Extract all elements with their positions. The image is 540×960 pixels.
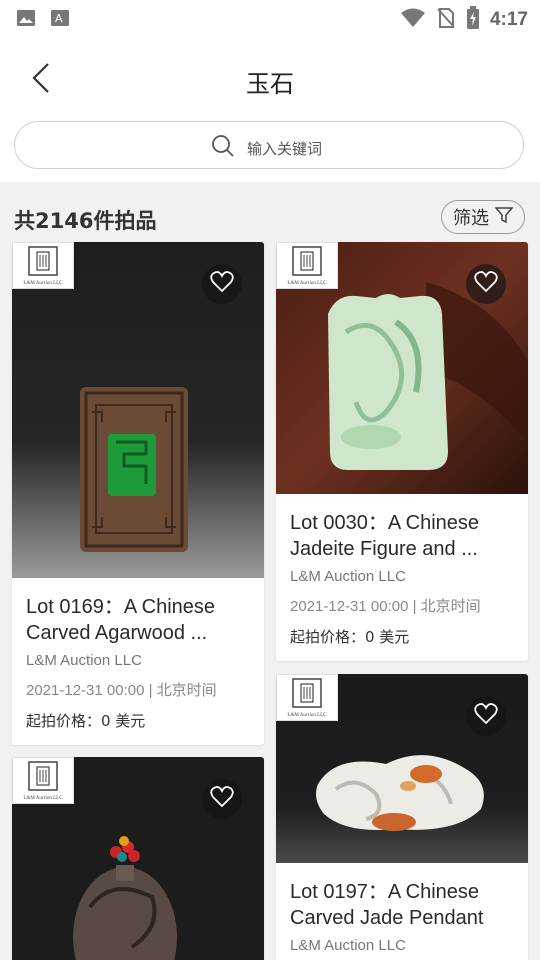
lot-title-line2: Carved Agarwood ... <box>26 622 208 644</box>
favorite-button[interactable] <box>466 264 506 304</box>
lot-info: Lot 0030：A Chinese Jadeite Figure and ..… <box>276 494 528 661</box>
app-header: 玉石 <box>0 36 540 120</box>
no-sim-icon <box>436 7 456 33</box>
lot-info: Lot 0169：A Chinese Carved Agarwood ... L… <box>12 578 264 745</box>
page-title: 玉石 <box>246 70 294 98</box>
auction-date: 2021-12-31 00:00 | 北京时间 <box>26 682 217 699</box>
image-icon <box>16 8 36 32</box>
heart-icon <box>474 271 498 297</box>
battery-icon <box>466 6 480 34</box>
search-icon <box>211 134 235 162</box>
lot-info: Lot 0197：A Chinese Carved Jade Pendant L… <box>276 863 528 960</box>
lot-title-line1: Lot 0030：A Chinese <box>290 512 480 534</box>
auction-house: L&M Auction LLC <box>290 568 406 585</box>
heart-icon <box>474 703 498 729</box>
lot-image-agarwood: L&M Auction LLC <box>12 242 264 578</box>
search-input[interactable]: 输入关键词 <box>14 121 524 169</box>
search-placeholder: 输入关键词 <box>247 139 323 158</box>
filter-label: 筛选 <box>453 208 489 229</box>
auction-logo-text: L&M Auction LLC <box>23 796 63 801</box>
auction-logo-text: L&M Auction LLC <box>23 281 63 286</box>
auction-logo-text: L&M Auction LLC <box>287 713 327 718</box>
favorite-button[interactable] <box>466 696 506 736</box>
font-icon: A <box>50 8 70 32</box>
auction-logo: L&M Auction LLC <box>276 242 338 289</box>
start-price: 起拍价格：0 美元 <box>26 712 146 730</box>
lot-card[interactable]: L&M Auction LLC Lot 0030：A Chinese Jadei… <box>276 242 528 661</box>
filter-icon <box>494 206 514 229</box>
lot-title-line1: Lot 0197：A Chinese <box>290 881 480 903</box>
lot-image-snuff-bottle: L&M Auction LLC <box>12 757 264 960</box>
auction-logo: L&M Auction LLC <box>12 242 74 289</box>
favorite-button[interactable] <box>202 779 242 819</box>
auction-date: 2021-12-31 00:00 | 北京时间 <box>290 598 481 615</box>
auction-house: L&M Auction LLC <box>26 652 142 669</box>
favorite-button[interactable] <box>202 264 242 304</box>
auction-house: L&M Auction LLC <box>290 937 406 954</box>
auction-logo: L&M Auction LLC <box>12 757 74 804</box>
lot-title-line2: Jadeite Figure and ... <box>290 538 478 560</box>
start-price: 起拍价格：0 美元 <box>290 628 410 646</box>
status-time: 4:17 <box>489 9 528 30</box>
lot-card[interactable]: L&M Auction LLC <box>12 757 264 960</box>
filter-button[interactable]: 筛选 <box>441 200 525 234</box>
wifi-icon <box>400 7 426 33</box>
lot-title-line2: Carved Jade Pendant <box>290 907 484 929</box>
svg-text:A: A <box>55 12 63 25</box>
result-count: 共2146件拍品 <box>14 209 157 233</box>
auction-logo: L&M Auction LLC <box>276 674 338 721</box>
heart-icon <box>210 786 234 812</box>
lot-image-jade-pendant: L&M Auction LLC <box>276 674 528 863</box>
lot-title-line1: Lot 0169：A Chinese <box>26 596 216 618</box>
heart-icon <box>210 271 234 297</box>
status-bar: A 4:17 <box>0 0 540 36</box>
lot-card[interactable]: L&M Auction LLC Lot 0169：A Chinese Carve… <box>12 242 264 745</box>
auction-logo-text: L&M Auction LLC <box>287 281 327 286</box>
lot-image-jadeite: L&M Auction LLC <box>276 242 528 494</box>
lot-card[interactable]: L&M Auction LLC Lot 0197：A Chinese Carve… <box>276 674 528 960</box>
